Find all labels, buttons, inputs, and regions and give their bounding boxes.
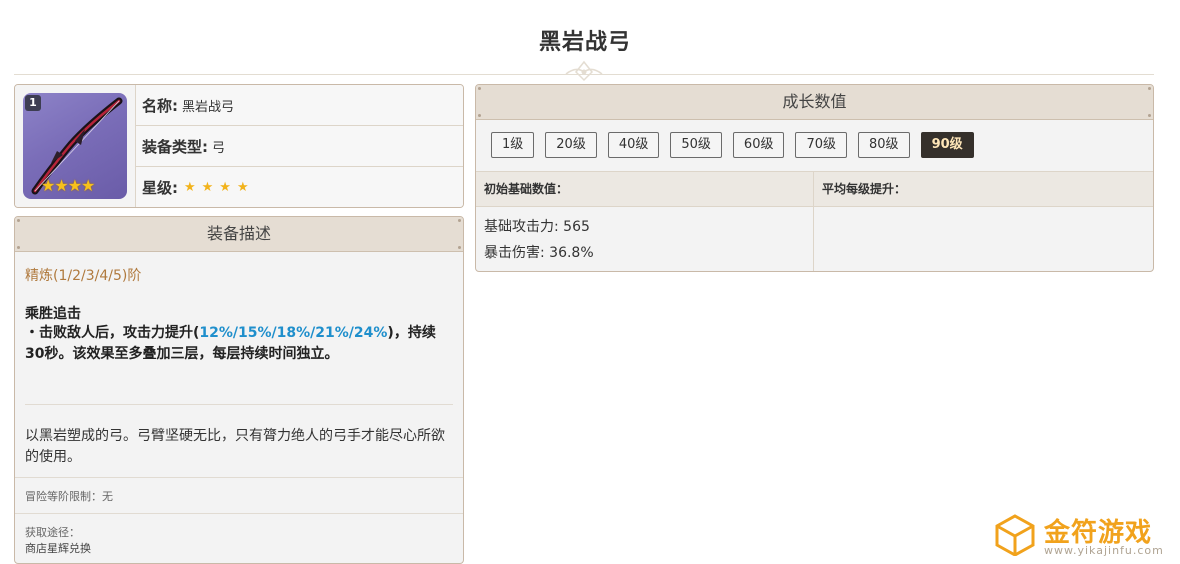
weapon-info-card: 1 ★★★★ 名称: 黑岩战弓 装备类型: 弓 星级: ★★★★ [14,84,464,208]
corner-dot [458,219,461,222]
level-button-50[interactable]: 50级 [670,132,722,158]
watermark-url: www.yikajinfu.com [1044,544,1164,557]
level-button-70[interactable]: 70级 [795,132,848,158]
corner-dot [478,114,481,117]
corner-dot [17,219,20,222]
crit-damage-stat: 暴击伤害: 36.8% [484,245,594,261]
description-header-label: 装备描述 [206,224,271,243]
corner-dot [17,246,20,249]
rarity-key: 星级: [142,178,178,197]
passive-skill-name: 乘胜追击 [25,306,81,322]
growth-header: 成长数值 [476,85,1153,120]
type-key: 装备类型: [142,137,208,156]
type-value: 弓 [212,140,226,156]
stats-header-row: 初始基础数值： 平均每级提升： [476,171,1153,207]
base-attack-stat: 基础攻击力: 565 [484,219,590,235]
level-button-40[interactable]: 40级 [607,132,660,158]
thumbnail-stars: ★★★★ [41,176,95,195]
page-title: 黑岩战弓 [538,30,631,55]
description-card: 装备描述 精炼(1/2/3/4/5)阶 乘胜追击 ・击败敌人后，攻击力提升(12… [14,216,464,564]
avg-growth-label: 平均每级提升： [822,182,907,196]
level-button-90[interactable]: 90级 [920,132,974,158]
skill-desc-values: 12%/15%/18%/21%/24% [199,325,388,341]
weapon-thumbnail: 1 ★★★★ [23,93,127,199]
title-ornament-icon [565,60,603,82]
skill-desc-part: ・击败敌人后，攻击力提升( [25,325,200,341]
name-value: 黑岩战弓 [182,99,235,115]
corner-dot [1148,87,1151,90]
rarity-stars: ★★★★ [184,179,255,195]
section-divider [15,513,463,514]
source-label: 获取途径： [25,526,80,539]
description-header: 装备描述 [15,217,463,252]
site-watermark: 金符游戏 www.yikajinfu.com [994,512,1169,557]
level-button-1[interactable]: 1级 [491,132,535,158]
level-requirement: 冒险等阶限制：无 [25,490,113,503]
level-button-60[interactable]: 60级 [732,132,785,158]
refinement-badge: 1 [25,95,41,111]
growth-stats-card: 成长数值 1级 20级 40级 50级 60级 70级 80级 90级 初始基础… [475,84,1154,272]
info-row-name: 名称: 黑岩战弓 [136,85,463,126]
section-divider [25,404,453,405]
source-value: 商店星辉兑换 [25,542,91,555]
level-button-20[interactable]: 20级 [545,132,597,158]
corner-dot [1148,114,1151,117]
level-selector: 1级 20级 40级 50级 60级 70级 80级 90级 [491,132,985,158]
weapon-thumbnail-cell: 1 ★★★★ [15,85,136,207]
info-row-rarity: 星级: ★★★★ [136,167,463,207]
growth-header-label: 成长数值 [782,92,847,111]
column-divider [813,171,814,271]
passive-skill-description: ・击败敌人后，攻击力提升(12%/15%/18%/21%/24%)，持续30秒。… [25,323,450,365]
weapon-lore: 以黑岩塑成的弓。弓臂坚硬无比，只有膂力绝人的弓手才能尽心所欲的使用。 [25,428,445,465]
base-stats-label: 初始基础数值： [484,182,569,196]
corner-dot [478,87,481,90]
cube-logo-icon [995,514,1035,556]
name-key: 名称: [142,96,178,115]
corner-dot [458,246,461,249]
section-divider [15,477,463,478]
level-button-80[interactable]: 80级 [858,132,910,158]
info-row-type: 装备类型: 弓 [136,126,463,167]
refinement-label: 精炼(1/2/3/4/5)阶 [25,268,142,284]
